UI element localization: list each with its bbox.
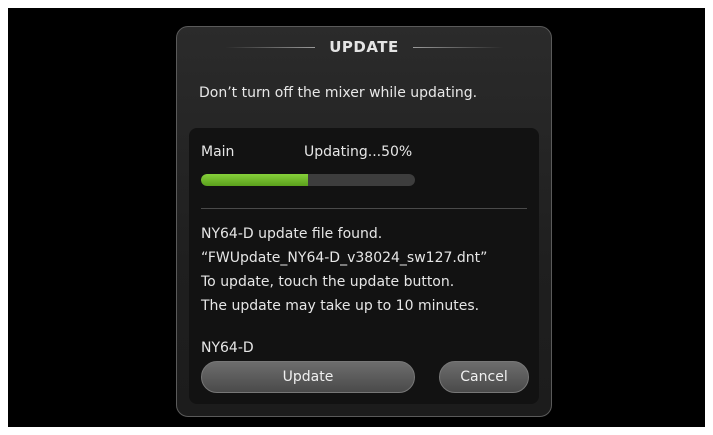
dialog-title: UPDATE	[329, 38, 399, 56]
info-line: NY64-D update file found.	[201, 226, 383, 242]
progress-status: Updating...50%	[304, 144, 413, 160]
progress-target-label: Main	[201, 144, 235, 160]
device-name: NY64-D	[201, 340, 254, 356]
divider	[201, 208, 527, 209]
progress-fill	[201, 174, 308, 186]
info-line: To update, touch the update button.	[201, 274, 455, 290]
info-line: The update may take up to 10 minutes.	[201, 298, 480, 314]
title-divider-right	[412, 46, 503, 48]
info-text: NY64-D update file found. “FWUpdate_NY64…	[201, 222, 487, 318]
cancel-button[interactable]: Cancel	[439, 361, 529, 393]
update-panel: Main Updating...50% NY64-D update file f…	[189, 128, 539, 404]
info-line: “FWUpdate_NY64-D_v38024_sw127.dnt”	[201, 250, 488, 266]
update-button[interactable]: Update	[201, 361, 415, 393]
update-dialog: UPDATE Don’t turn off the mixer while up…	[176, 26, 552, 417]
title-divider-left	[225, 46, 316, 48]
title-row: UPDATE	[177, 37, 551, 57]
screen-background: UPDATE Don’t turn off the mixer while up…	[8, 8, 705, 427]
progress-bar	[201, 174, 415, 186]
warning-message: Don’t turn off the mixer while updating.	[199, 85, 478, 101]
